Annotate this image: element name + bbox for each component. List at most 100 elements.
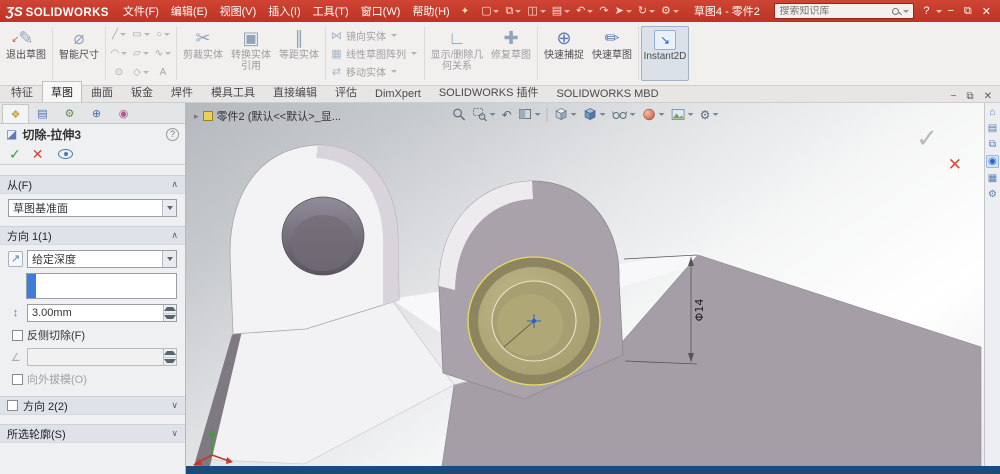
open-button[interactable]: ⧉ xyxy=(502,3,524,19)
search-input[interactable] xyxy=(779,5,891,17)
confirm-corner-cancel-icon[interactable]: ✕ xyxy=(948,155,962,175)
file-explorer-icon[interactable]: ⧉ xyxy=(989,139,996,150)
tab-solidworks-mbd[interactable]: SOLIDWORKS MBD xyxy=(547,85,667,102)
help-icon[interactable]: ? xyxy=(166,127,179,141)
doc-restore-button[interactable]: ⧉ xyxy=(961,91,978,102)
from-section-header[interactable]: 从(F) ∧ xyxy=(0,175,185,194)
propertymanager-tab[interactable]: ❖ xyxy=(2,104,29,123)
home-icon[interactable]: ⌂ xyxy=(989,107,995,118)
direction2-section-header[interactable]: 方向 2(2) ∨ xyxy=(0,396,185,415)
rectangle-tool-button[interactable]: ▭ xyxy=(130,25,152,44)
ok-button[interactable]: ✓ xyxy=(9,146,21,163)
draft-outward-checkbox[interactable] xyxy=(12,373,23,385)
save-button[interactable]: ◫ xyxy=(524,3,548,19)
smart-dimension-button[interactable]: ⌀ 智能尺寸 xyxy=(55,24,103,83)
quick-snaps-button[interactable]: ⊕ 快速捕捉 xyxy=(540,24,588,83)
edit-appearance-button[interactable] xyxy=(639,106,668,123)
start-condition-dropdown[interactable]: 草图基准面 xyxy=(8,199,177,217)
dropdown-button[interactable] xyxy=(162,251,176,267)
doc-minimize-button[interactable]: − xyxy=(946,91,962,102)
help-dropdown-icon[interactable] xyxy=(936,9,943,13)
draft-angle-spinner[interactable] xyxy=(27,348,177,366)
hide-show-items-button[interactable] xyxy=(609,106,639,123)
tab-weldments[interactable]: 焊件 xyxy=(162,81,202,102)
exit-sketch-button[interactable]: ✎ ↙ 退出草图 xyxy=(2,24,50,83)
zoom-to-area-button[interactable] xyxy=(470,106,499,123)
knowledge-search-box[interactable] xyxy=(774,3,915,19)
search-icon[interactable] xyxy=(892,7,900,15)
redo-button[interactable]: ↷ xyxy=(596,3,611,19)
spin-down-button[interactable] xyxy=(164,312,176,321)
flyout-arrow-icon[interactable]: ▸ xyxy=(194,111,199,122)
arc-tool-button[interactable]: ◠ xyxy=(108,44,130,63)
graphics-area[interactable]: Φ14 ▸ 零件2 (默认<<默认>_显... ↶ ⚙ ✓ ✕ xyxy=(186,103,984,466)
tab-evaluate[interactable]: 评估 xyxy=(326,81,366,102)
polygon-tool-button[interactable]: ▱ xyxy=(130,44,152,63)
design-library-icon[interactable]: ▤ xyxy=(988,123,997,134)
close-button[interactable]: ✕ xyxy=(977,5,996,18)
cancel-button[interactable]: ✕ xyxy=(32,146,44,163)
undo-button[interactable]: ↶ xyxy=(573,3,596,19)
section-view-button[interactable] xyxy=(515,106,544,123)
text-tool-button[interactable]: A xyxy=(152,63,174,82)
ellipse-tool-button[interactable]: ◇ xyxy=(130,63,152,82)
instant2d-toggle-button[interactable]: ↘ Instant2D xyxy=(641,26,689,81)
menu-insert[interactable]: 插入(I) xyxy=(262,0,306,23)
scenes-icon[interactable]: ▦ xyxy=(988,173,997,184)
doc-close-button[interactable]: ✕ xyxy=(979,91,997,102)
custom-properties-icon[interactable]: ⚙ xyxy=(988,189,997,200)
zoom-to-fit-button[interactable] xyxy=(449,106,470,123)
menu-help[interactable]: 帮助(H) xyxy=(406,0,455,23)
tab-surfaces[interactable]: 曲面 xyxy=(82,81,122,102)
new-document-button[interactable]: ▢ xyxy=(478,3,502,19)
linear-sketch-pattern-button[interactable]: ▦ 线性草图阵列 xyxy=(328,45,422,63)
previous-view-button[interactable]: ↶ xyxy=(499,107,515,123)
direction-reference-box[interactable] xyxy=(26,273,177,299)
rapid-sketch-button[interactable]: ✏ 快速草图 xyxy=(588,24,636,83)
end-condition-dropdown[interactable]: 给定深度 xyxy=(27,250,177,268)
view-settings-button[interactable]: ⚙ xyxy=(697,107,722,123)
search-dropdown-icon[interactable] xyxy=(903,9,910,13)
dimxpertmanager-tab[interactable]: ⊕ xyxy=(83,104,110,123)
featuremanager-tab[interactable]: ▤ xyxy=(29,104,56,123)
line-tool-button[interactable]: ╱ xyxy=(108,25,130,44)
pin-menu-icon[interactable]: ✦ xyxy=(456,6,474,17)
spin-up-button[interactable] xyxy=(164,305,176,313)
convert-entities-button[interactable]: ▣ 转换实体引用 xyxy=(227,24,275,83)
displaymanager-tab[interactable]: ◉ xyxy=(110,104,137,123)
appearances-icon[interactable]: ◉ xyxy=(986,155,999,168)
tab-sheet-metal[interactable]: 钣金 xyxy=(122,81,162,102)
depth-spinner[interactable]: 3.00mm xyxy=(27,304,177,322)
point-tool-button[interactable]: ⊙ xyxy=(108,63,130,82)
preview-eye-icon[interactable] xyxy=(58,149,74,159)
minimize-button[interactable]: − xyxy=(942,5,958,17)
direction2-checkbox[interactable] xyxy=(7,400,18,411)
configurationmanager-tab[interactable]: ⚙ xyxy=(56,104,83,123)
repair-sketch-button[interactable]: ✚ 修复草图 xyxy=(487,24,535,83)
breadcrumb[interactable]: ▸ 零件2 (默认<<默认>_显... xyxy=(194,108,341,124)
spline-tool-button[interactable]: ∿ xyxy=(152,44,174,63)
print-button[interactable]: ▤ xyxy=(549,3,573,19)
menu-window[interactable]: 窗口(W) xyxy=(355,0,407,23)
dimension-text[interactable]: Φ14 xyxy=(693,299,706,322)
move-entities-button[interactable]: ⇄ 移动实体 xyxy=(328,63,422,81)
spin-down-button[interactable] xyxy=(164,356,176,365)
selected-contours-section-header[interactable]: 所选轮廓(S) ∨ xyxy=(0,424,185,443)
circle-tool-button[interactable]: ○ xyxy=(152,25,174,44)
tab-solidworks-addins[interactable]: SOLIDWORKS 插件 xyxy=(430,81,548,102)
rebuild-button[interactable]: ↻ xyxy=(635,3,658,19)
help-button[interactable]: ? xyxy=(918,5,934,17)
flip-side-checkbox[interactable] xyxy=(12,329,23,341)
maximize-button[interactable]: ⧉ xyxy=(959,5,977,18)
menu-file[interactable]: 文件(F) xyxy=(117,0,165,23)
confirm-corner-ok-icon[interactable]: ✓ xyxy=(916,123,938,154)
tab-features[interactable]: 特征 xyxy=(2,81,42,102)
menu-view[interactable]: 视图(V) xyxy=(214,0,263,23)
tab-mold-tools[interactable]: 模具工具 xyxy=(202,81,264,102)
tab-direct-editing[interactable]: 直接编辑 xyxy=(264,81,326,102)
options-button[interactable]: ⚙ xyxy=(658,3,682,19)
trim-entities-button[interactable]: ✂ 剪裁实体 xyxy=(179,24,227,83)
reverse-direction-icon[interactable]: ↗ xyxy=(8,251,23,267)
model-viewport[interactable]: Φ14 xyxy=(186,103,984,466)
menu-edit[interactable]: 编辑(E) xyxy=(165,0,214,23)
